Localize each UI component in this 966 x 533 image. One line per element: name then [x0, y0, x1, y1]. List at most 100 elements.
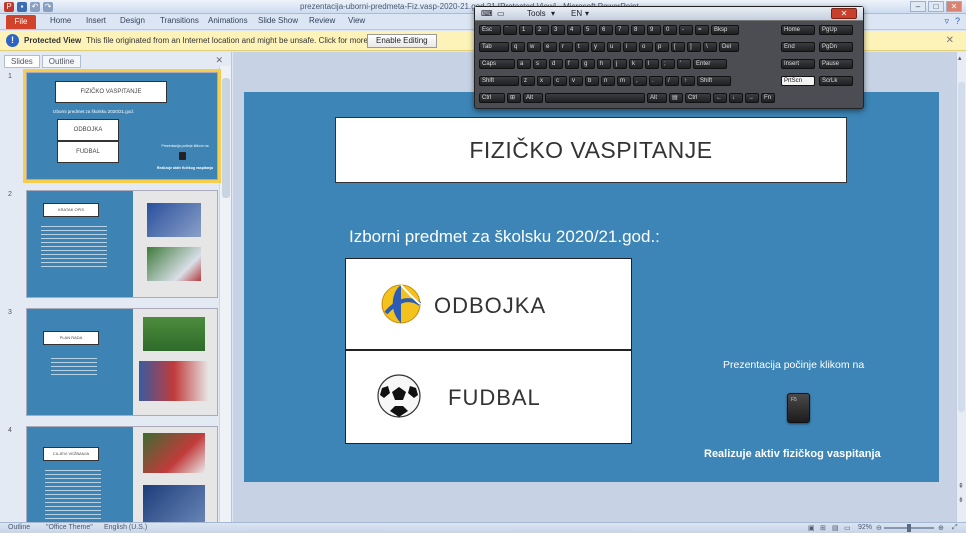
key-i[interactable]: i: [623, 42, 637, 52]
key-u8594[interactable]: →: [745, 93, 759, 103]
previous-slide-icon[interactable]: ⇞: [958, 482, 964, 490]
key-ctrl[interactable]: Ctrl: [479, 93, 505, 103]
keyboard-close-button[interactable]: ✕: [831, 8, 857, 19]
key-u39[interactable]: ': [677, 59, 691, 69]
slide-sorter-icon[interactable]: ⊞: [820, 524, 826, 532]
key-f[interactable]: f: [565, 59, 579, 69]
zoom-slider-knob[interactable]: [907, 524, 911, 532]
key-u44[interactable]: ,: [633, 76, 647, 86]
odbojka-box[interactable]: ODBOJKA: [345, 258, 632, 350]
reading-view-icon[interactable]: ▤: [832, 524, 839, 532]
key-pgdn[interactable]: PgDn: [819, 42, 853, 52]
key-u59[interactable]: ;: [661, 59, 675, 69]
key-k[interactable]: k: [629, 59, 643, 69]
key-y[interactable]: y: [591, 42, 605, 52]
keyboard-language-menu[interactable]: EN: [571, 9, 582, 18]
status-outline[interactable]: Outline: [8, 524, 30, 531]
intro-text[interactable]: Prezentacija počinje klikom na: [723, 359, 864, 371]
key-shift[interactable]: Shift: [479, 76, 519, 86]
tools-dropdown-icon[interactable]: ▾: [551, 9, 555, 18]
key-r[interactable]: r: [559, 42, 573, 52]
slide-thumbnail-2[interactable]: 2 KRATAK OPIS: [4, 190, 220, 302]
key-tab[interactable]: Tab: [479, 42, 509, 52]
key-scrlk[interactable]: ScrLk: [819, 76, 853, 86]
tab-file[interactable]: File: [6, 15, 36, 29]
keyboard-mode-icon[interactable]: ▭: [497, 9, 505, 18]
panel-scroll-thumb[interactable]: [222, 78, 230, 198]
panel-scrollbar[interactable]: [219, 66, 231, 522]
key-a[interactable]: a: [517, 59, 531, 69]
zoom-in-icon[interactable]: ⊕: [938, 524, 944, 532]
key-u46[interactable]: .: [649, 76, 663, 86]
zoom-out-icon[interactable]: ⊖: [876, 524, 882, 532]
vertical-scrollbar[interactable]: ▴ ⇞ ⇟: [956, 52, 966, 522]
tab-view[interactable]: View: [348, 16, 365, 25]
key-space[interactable]: [545, 93, 645, 103]
keyboard-layout-icon[interactable]: ⌨: [481, 9, 493, 18]
current-slide[interactable]: FIZIČKO VASPITANJE Izborni predmet za šk…: [244, 92, 939, 482]
key-p[interactable]: p: [655, 42, 669, 52]
key-8[interactable]: 8: [631, 25, 645, 35]
key-u91[interactable]: [: [671, 42, 685, 52]
key-alt[interactable]: Alt: [523, 93, 543, 103]
key-u61[interactable]: =: [695, 25, 709, 35]
tab-review[interactable]: Review: [309, 16, 335, 25]
tab-design[interactable]: Design: [120, 16, 145, 25]
key-z[interactable]: z: [521, 76, 535, 86]
key-enter[interactable]: Enter: [693, 59, 727, 69]
tab-insert[interactable]: Insert: [86, 16, 106, 25]
key-l[interactable]: l: [645, 59, 659, 69]
tab-animations[interactable]: Animations: [208, 16, 248, 25]
key-u8595[interactable]: ↓: [729, 93, 743, 103]
key-u45[interactable]: -: [679, 25, 693, 35]
key-prtscn[interactable]: PrtScn: [781, 76, 815, 86]
key-bksp[interactable]: Bksp: [711, 25, 739, 35]
maximize-button[interactable]: □: [928, 1, 944, 12]
key-home[interactable]: Home: [781, 25, 815, 35]
key-e[interactable]: e: [543, 42, 557, 52]
key-esc[interactable]: Esc: [479, 25, 501, 35]
slide-thumbnail-image[interactable]: FIZIČKO VASPITANJE Izborni predmet za šk…: [23, 69, 221, 183]
key-alt[interactable]: Alt: [647, 93, 667, 103]
slide-thumbnail-3[interactable]: 3 PLAN RADA: [4, 308, 220, 420]
next-slide-icon[interactable]: ⇟: [958, 496, 964, 504]
save-icon[interactable]: ▪: [17, 2, 27, 12]
tab-transitions[interactable]: Transitions: [160, 16, 199, 25]
slide-thumbnail-image[interactable]: CILJEVI VEŽBANJA: [26, 426, 218, 522]
slide-subtitle[interactable]: Izborni predmet za školsku 2020/21.god.:: [349, 227, 660, 247]
powerpoint-app-icon[interactable]: P: [4, 2, 14, 12]
tab-slides[interactable]: Slides: [4, 55, 40, 68]
key-u9636[interactable]: ▤: [669, 93, 683, 103]
vertical-scroll-thumb[interactable]: [958, 82, 965, 412]
key-fn[interactable]: Fn: [761, 93, 775, 103]
key-d[interactable]: d: [549, 59, 563, 69]
zoom-level[interactable]: 92%: [858, 524, 872, 531]
key-u47[interactable]: /: [665, 76, 679, 86]
language-dropdown-icon[interactable]: ▾: [585, 9, 589, 18]
slide-thumbnail-4[interactable]: 4 CILJEVI VEŽBANJA: [4, 426, 220, 522]
key-caps[interactable]: Caps: [479, 59, 515, 69]
key-c[interactable]: c: [553, 76, 567, 86]
scroll-up-icon[interactable]: ▴: [958, 54, 962, 62]
key-5[interactable]: 5: [583, 25, 597, 35]
redo-icon[interactable]: ↷: [43, 2, 53, 12]
slide-footer-text[interactable]: Realizuje aktiv fizičkog vaspitanja: [704, 448, 881, 460]
key-u8592[interactable]: ←: [713, 93, 727, 103]
key-7[interactable]: 7: [615, 25, 629, 35]
key-t[interactable]: t: [575, 42, 589, 52]
key-1[interactable]: 1: [519, 25, 533, 35]
key-q[interactable]: q: [511, 42, 525, 52]
fudbal-box[interactable]: FUDBAL: [345, 350, 632, 444]
key-j[interactable]: j: [613, 59, 627, 69]
key-pgup[interactable]: PgUp: [819, 25, 853, 35]
key-u92[interactable]: \: [703, 42, 717, 52]
fit-slide-icon[interactable]: ⤢: [952, 524, 958, 532]
key-u8593[interactable]: ↑: [681, 76, 695, 86]
key-m[interactable]: m: [617, 76, 631, 86]
minimize-button[interactable]: –: [910, 1, 926, 12]
key-u93[interactable]: ]: [687, 42, 701, 52]
tab-slide-show[interactable]: Slide Show: [258, 16, 298, 25]
key-9[interactable]: 9: [647, 25, 661, 35]
key-h[interactable]: h: [597, 59, 611, 69]
status-language[interactable]: English (U.S.): [104, 524, 147, 531]
